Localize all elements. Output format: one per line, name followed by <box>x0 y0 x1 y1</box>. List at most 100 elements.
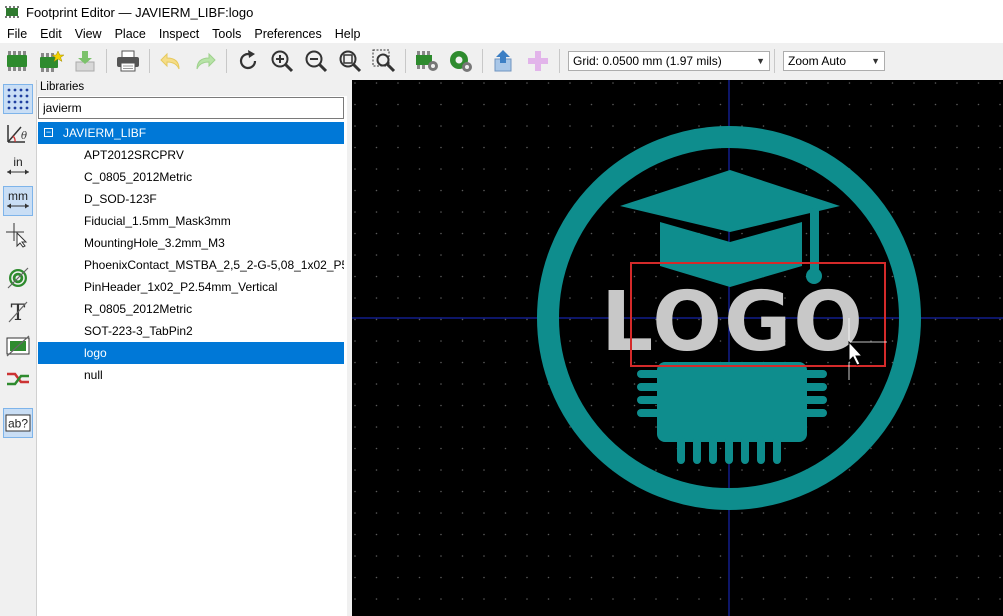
units-mm-button[interactable]: mm <box>3 186 33 216</box>
footprint-properties-icon <box>416 50 438 71</box>
chevron-down-icon: ▼ <box>871 55 880 66</box>
toolbar-separator <box>106 48 107 73</box>
footprint-item[interactable]: null <box>38 364 344 386</box>
footprint-item-label: PinHeader_1x02_P2.54mm_Vertical <box>84 280 278 294</box>
new-footprint-button[interactable] <box>2 46 32 76</box>
footprint-item-label: APT2012SRCPRV <box>84 148 184 162</box>
polar-coords-button[interactable]: θ <box>3 118 33 148</box>
menu-preferences[interactable]: Preferences <box>247 27 327 41</box>
footprint-item-label: null <box>84 368 103 382</box>
zoom-in-button[interactable] <box>267 46 297 76</box>
zoom-selection-button[interactable] <box>369 46 399 76</box>
footprint-item-label: SOT-223-3_TabPin2 <box>84 324 193 338</box>
text-variables-label: ab? <box>8 417 28 431</box>
zoom-select-value: Zoom Auto <box>788 53 847 68</box>
zoom-out-icon <box>305 50 328 72</box>
toolbar-separator <box>559 48 560 73</box>
text-variables-icon: ab? <box>5 414 31 432</box>
canvas-drawing: LOGO <box>352 80 1003 616</box>
toolbar-separator <box>482 48 483 73</box>
footprint-item[interactable]: D_SOD-123F <box>38 188 344 210</box>
svg-text:θ: θ <box>21 131 27 142</box>
redo-button[interactable] <box>190 46 220 76</box>
footprint-item[interactable]: C_0805_2012Metric <box>38 166 344 188</box>
footprint-item[interactable]: MountingHole_3.2mm_M3 <box>38 232 344 254</box>
chevron-down-icon: ▼ <box>756 55 765 66</box>
polar-coords-icon: θ <box>7 125 27 143</box>
pad-settings-button[interactable] <box>446 46 476 76</box>
zoom-select[interactable]: Zoom Auto ▼ <box>783 50 885 71</box>
footprint-item[interactable]: R_0805_2012Metric <box>38 298 344 320</box>
menu-view[interactable]: View <box>68 27 108 41</box>
library-name: JAVIERM_LIBF <box>63 126 147 140</box>
footprint-item-label: logo <box>84 346 107 360</box>
footprint-item[interactable]: PinHeader_1x02_P2.54mm_Vertical <box>38 276 344 298</box>
units-inches-button[interactable]: in <box>3 152 33 182</box>
import-footprint-icon <box>75 50 95 71</box>
zoom-fit-button[interactable] <box>335 46 365 76</box>
text-display-button[interactable]: T <box>3 297 33 327</box>
units-mm-label: mm <box>8 189 28 203</box>
units-inches-label: in <box>13 155 22 169</box>
new-footprint-icon <box>7 50 27 71</box>
high-contrast-button[interactable] <box>3 365 33 395</box>
library-search-input[interactable] <box>38 97 344 119</box>
cursor-style-button[interactable] <box>3 220 33 250</box>
toolbar-separator <box>405 48 406 73</box>
menu-file[interactable]: File <box>0 27 33 41</box>
menu-inspect[interactable]: Inspect <box>152 27 205 41</box>
grid-toggle-icon <box>7 88 29 110</box>
footprint-properties-button[interactable] <box>412 46 442 76</box>
import-footprint-button[interactable] <box>70 46 100 76</box>
load-from-board-button[interactable] <box>489 46 519 76</box>
footprint-editor-icon <box>5 6 19 18</box>
zoom-out-button[interactable] <box>301 46 331 76</box>
grid-select-value: Grid: 0.0500 mm (1.97 mils) <box>573 53 722 68</box>
footprint-item-label: R_0805_2012Metric <box>84 302 193 316</box>
undo-button[interactable] <box>156 46 186 76</box>
zoom-selection-icon <box>372 49 396 72</box>
footprint-item[interactable]: APT2012SRCPRV <box>38 144 344 166</box>
menu-tools[interactable]: Tools <box>205 27 247 41</box>
pad-display-button[interactable] <box>3 263 33 293</box>
footprint-item-label: D_SOD-123F <box>84 192 157 206</box>
toolbar-separator <box>149 48 150 73</box>
units-inches-icon: in <box>7 155 29 175</box>
footprint-wizard-icon <box>40 49 64 72</box>
footprint-item-label: PhoenixContact_MSTBA_2,5_2-G-5,08_1x02_P… <box>84 258 344 272</box>
menu-edit[interactable]: Edit <box>33 27 68 41</box>
libraries-header: Libraries <box>37 78 347 96</box>
footprint-item[interactable]: PhoenixContact_MSTBA_2,5_2-G-5,08_1x02_P… <box>38 254 344 276</box>
graphic-outline-button[interactable] <box>3 331 33 361</box>
collapse-icon[interactable]: − <box>44 128 53 137</box>
menu-place[interactable]: Place <box>108 27 152 41</box>
units-mm-icon: mm <box>7 189 29 209</box>
toolbar-separator <box>226 48 227 73</box>
pad-display-icon <box>7 267 29 289</box>
library-tree: − JAVIERM_LIBF APT2012SRCPRV C_0805_2012… <box>38 122 344 386</box>
grid-select[interactable]: Grid: 0.0500 mm (1.97 mils) ▼ <box>568 50 770 71</box>
refresh-button[interactable] <box>233 46 263 76</box>
footprint-wizard-button[interactable] <box>36 46 66 76</box>
insert-into-board-button[interactable] <box>523 46 553 76</box>
menu-help[interactable]: Help <box>328 27 367 41</box>
footprint-item[interactable]: SOT-223-3_TabPin2 <box>38 320 344 342</box>
load-from-board-icon <box>494 49 512 71</box>
footprint-item-label: MountingHole_3.2mm_M3 <box>84 236 225 250</box>
undo-icon <box>160 52 180 69</box>
cursor-style-icon <box>6 223 28 248</box>
title-bar: Footprint Editor — JAVIERM_LIBF:logo <box>0 0 1003 24</box>
footprint-item-label: Fiducial_1.5mm_Mask3mm <box>84 214 231 228</box>
print-button[interactable] <box>113 46 143 76</box>
window-title: Footprint Editor — JAVIERM_LIBF:logo <box>26 4 254 20</box>
toolbar-separator <box>774 48 775 73</box>
refresh-icon <box>239 49 257 69</box>
library-node[interactable]: − JAVIERM_LIBF <box>38 122 344 144</box>
grid-toggle-button[interactable] <box>3 84 33 114</box>
footprint-item[interactable]: Fiducial_1.5mm_Mask3mm <box>38 210 344 232</box>
footprint-canvas[interactable]: LOGO <box>352 80 1003 616</box>
text-variables-button[interactable]: ab? <box>3 408 33 438</box>
footprint-item-selected[interactable]: logo <box>38 342 344 364</box>
left-toolbar: θ in mm T <box>0 80 37 616</box>
insert-into-board-icon <box>528 50 548 71</box>
